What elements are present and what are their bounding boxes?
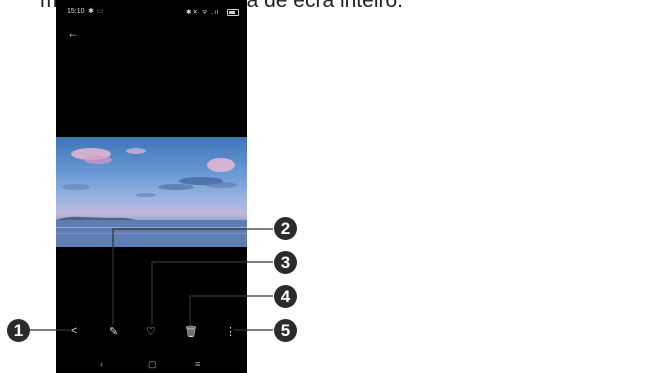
callout-3: 3 [274,251,297,274]
callout-2: 2 [274,217,297,240]
callout-5: 5 [274,319,297,342]
callout-1: 1 [7,319,30,342]
callout-4: 4 [274,285,297,308]
callout-leader-lines [29,228,273,331]
